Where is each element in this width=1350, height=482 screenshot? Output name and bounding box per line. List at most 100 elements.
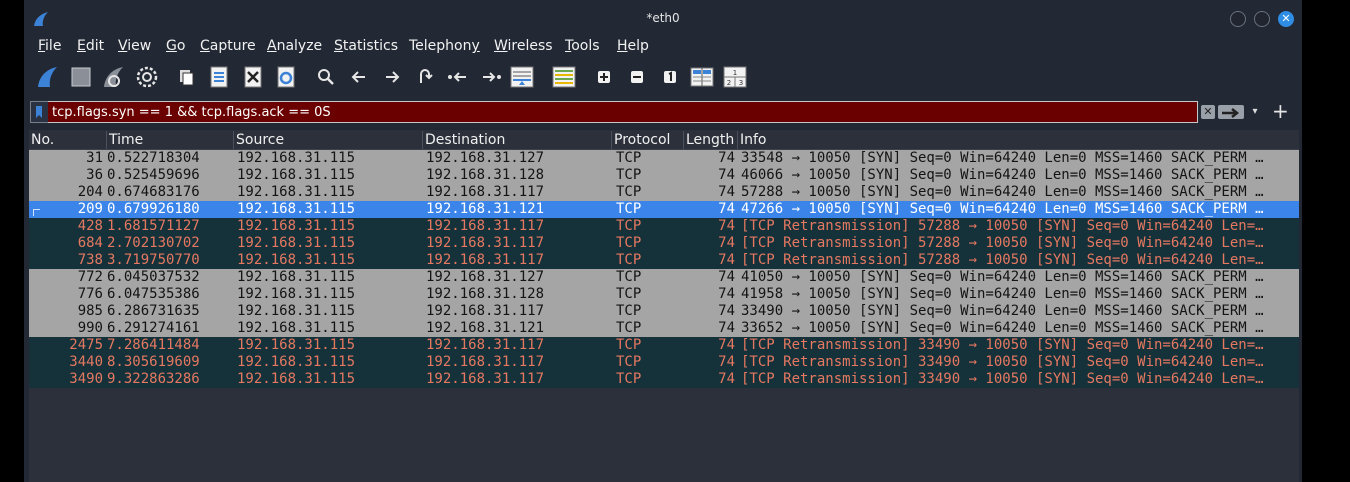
packet-destination: 192.168.31.117 <box>426 252 545 268</box>
normal-size-icon[interactable] <box>658 65 682 89</box>
display-filter-bar: ✕ ▾ + <box>30 100 1289 123</box>
packet-row[interactable]: 204 0.674683176 192.168.31.115 192.168.31.1… <box>29 184 1299 201</box>
menu-capture[interactable]: Capture <box>200 38 256 54</box>
layout-icon[interactable]: 123 <box>723 65 747 89</box>
packet-no: 684 <box>77 235 103 251</box>
packet-row[interactable]: 772 6.045037532 192.168.31.115 192.168.31.1… <box>29 269 1299 286</box>
bookmark-icon <box>36 106 42 118</box>
column-header-source[interactable]: Source <box>234 131 423 149</box>
menu-capture-label: apture <box>209 38 256 54</box>
shark-fin-start-icon[interactable] <box>36 65 60 89</box>
title-bar[interactable]: *eth0 ✕ <box>24 0 1302 36</box>
menu-edit-label: dit <box>85 38 105 54</box>
stop-square-icon[interactable] <box>69 65 93 89</box>
close-file-icon[interactable] <box>241 65 265 89</box>
autoscroll-icon[interactable] <box>510 65 534 89</box>
minimize-button[interactable] <box>1230 11 1246 27</box>
menu-statistics[interactable]: Statistics <box>334 38 398 54</box>
menu-wireless[interactable]: Wireless <box>494 38 553 54</box>
apply-filter-button[interactable] <box>1218 105 1244 119</box>
last-packet-icon[interactable] <box>479 65 503 89</box>
go-to-packet-icon[interactable] <box>413 65 437 89</box>
packet-source: 192.168.31.115 <box>237 235 356 251</box>
display-filter-input[interactable] <box>48 101 1198 123</box>
gear-options-icon[interactable] <box>135 65 159 89</box>
menu-wireless-label: ireless <box>507 38 553 54</box>
column-header-info[interactable]: Info <box>738 131 1299 149</box>
packet-length: 74 <box>718 371 735 387</box>
packet-list[interactable]: No. Time Source Destination Protocol Len… <box>29 130 1299 482</box>
packet-time: 6.286731635 <box>107 303 200 319</box>
colorize-icon[interactable] <box>552 65 576 89</box>
menu-telephony-mnemonic: y <box>471 38 480 54</box>
maximize-button[interactable] <box>1254 11 1270 27</box>
packet-length: 74 <box>718 184 735 200</box>
packet-no: 3490 <box>69 371 103 387</box>
packet-protocol: TCP <box>616 286 642 302</box>
menu-help[interactable]: Help <box>617 38 649 54</box>
clear-filter-button[interactable]: ✕ <box>1201 105 1215 119</box>
main-toolbar: 123 <box>24 60 1302 94</box>
packet-source: 192.168.31.115 <box>237 218 356 234</box>
close-window-button[interactable]: ✕ <box>1278 11 1294 27</box>
packet-row[interactable]: 428 1.681571127 192.168.31.115 192.168.31.1… <box>29 218 1299 235</box>
packet-info: [TCP Retransmission] 33490 → 10050 [SYN]… <box>741 371 1264 387</box>
zoom-out-icon[interactable] <box>625 65 649 89</box>
menu-file[interactable]: File <box>38 38 61 54</box>
menu-help-mnemonic: H <box>617 38 628 54</box>
packet-protocol: TCP <box>616 269 642 285</box>
window-title: *eth0 <box>646 11 680 25</box>
packet-row[interactable]: 3440 8.305619609 192.168.31.115 192.168.31.… <box>29 354 1299 371</box>
packet-info: 57288 → 10050 [SYN] Seq=0 Win=64240 Len=… <box>741 184 1264 200</box>
reload-file-icon[interactable] <box>274 65 298 89</box>
restart-fin-icon[interactable] <box>102 65 126 89</box>
packet-row[interactable]: 776 6.047535386 192.168.31.115 192.168.31.1… <box>29 286 1299 303</box>
packet-no: 3440 <box>69 354 103 370</box>
resize-columns-icon[interactable] <box>690 65 714 89</box>
save-file-icon[interactable] <box>207 65 231 89</box>
column-header-protocol[interactable]: Protocol <box>612 131 684 149</box>
packet-source: 192.168.31.115 <box>237 303 356 319</box>
packet-row[interactable]: 3490 9.322863286 192.168.31.115 192.168.31.… <box>29 371 1299 388</box>
packet-row[interactable]: 985 6.286731635 192.168.31.115 192.168.31.1… <box>29 303 1299 320</box>
menu-view-label: iew <box>127 38 152 54</box>
menu-edit[interactable]: Edit <box>77 38 104 54</box>
zoom-in-icon[interactable] <box>592 65 616 89</box>
packet-no: 738 <box>77 252 103 268</box>
packet-no: 209 <box>77 201 103 217</box>
back-arrow-icon[interactable] <box>347 65 371 89</box>
packet-source: 192.168.31.115 <box>237 371 356 387</box>
packet-row[interactable]: 990 6.291274161 192.168.31.115 192.168.31.1… <box>29 320 1299 337</box>
packet-no: 204 <box>77 184 103 200</box>
menu-analyze[interactable]: Analyze <box>267 38 322 54</box>
packet-length: 74 <box>718 235 735 251</box>
column-header-length[interactable]: Length <box>684 131 738 149</box>
add-filter-button[interactable]: + <box>1272 100 1289 122</box>
column-header-time[interactable]: Time <box>107 131 234 149</box>
menu-view[interactable]: View <box>118 38 151 54</box>
open-file-icon[interactable] <box>175 65 199 89</box>
search-icon[interactable] <box>314 65 338 89</box>
packet-row[interactable]: 36 0.525459696 192.168.31.115 192.168.31.12… <box>29 167 1299 184</box>
packet-row[interactable]: 31 0.522718304 192.168.31.115 192.168.31.12… <box>29 150 1299 167</box>
filter-history-dropdown[interactable]: ▾ <box>1248 105 1262 119</box>
packet-row[interactable]: 2475 7.286411484 192.168.31.115 192.168.31.… <box>29 337 1299 354</box>
packet-row[interactable]: 738 3.719750770 192.168.31.115 192.168.31.1… <box>29 252 1299 269</box>
menu-go[interactable]: Go <box>166 38 185 54</box>
packet-row[interactable]: 684 2.702130702 192.168.31.115 192.168.31.1… <box>29 235 1299 252</box>
menu-tools[interactable]: Tools <box>565 38 600 54</box>
packet-time: 1.681571127 <box>107 218 200 234</box>
menu-telephony[interactable]: Telephony <box>409 38 480 54</box>
column-header-no[interactable]: No. <box>29 131 107 149</box>
menu-statistics-label: tatistics <box>342 38 399 54</box>
menu-help-label: elp <box>627 38 649 54</box>
packet-time: 8.305619609 <box>107 354 200 370</box>
packet-destination: 192.168.31.117 <box>426 371 545 387</box>
packet-no: 428 <box>77 218 103 234</box>
filter-bookmark-button[interactable] <box>30 101 48 123</box>
forward-arrow-icon[interactable] <box>380 65 404 89</box>
first-packet-icon[interactable] <box>446 65 470 89</box>
packet-length: 74 <box>718 303 735 319</box>
column-header-destination[interactable]: Destination <box>423 131 612 149</box>
packet-row[interactable]: 209 0.679926180 192.168.31.115 192.168.31.1… <box>29 201 1299 218</box>
